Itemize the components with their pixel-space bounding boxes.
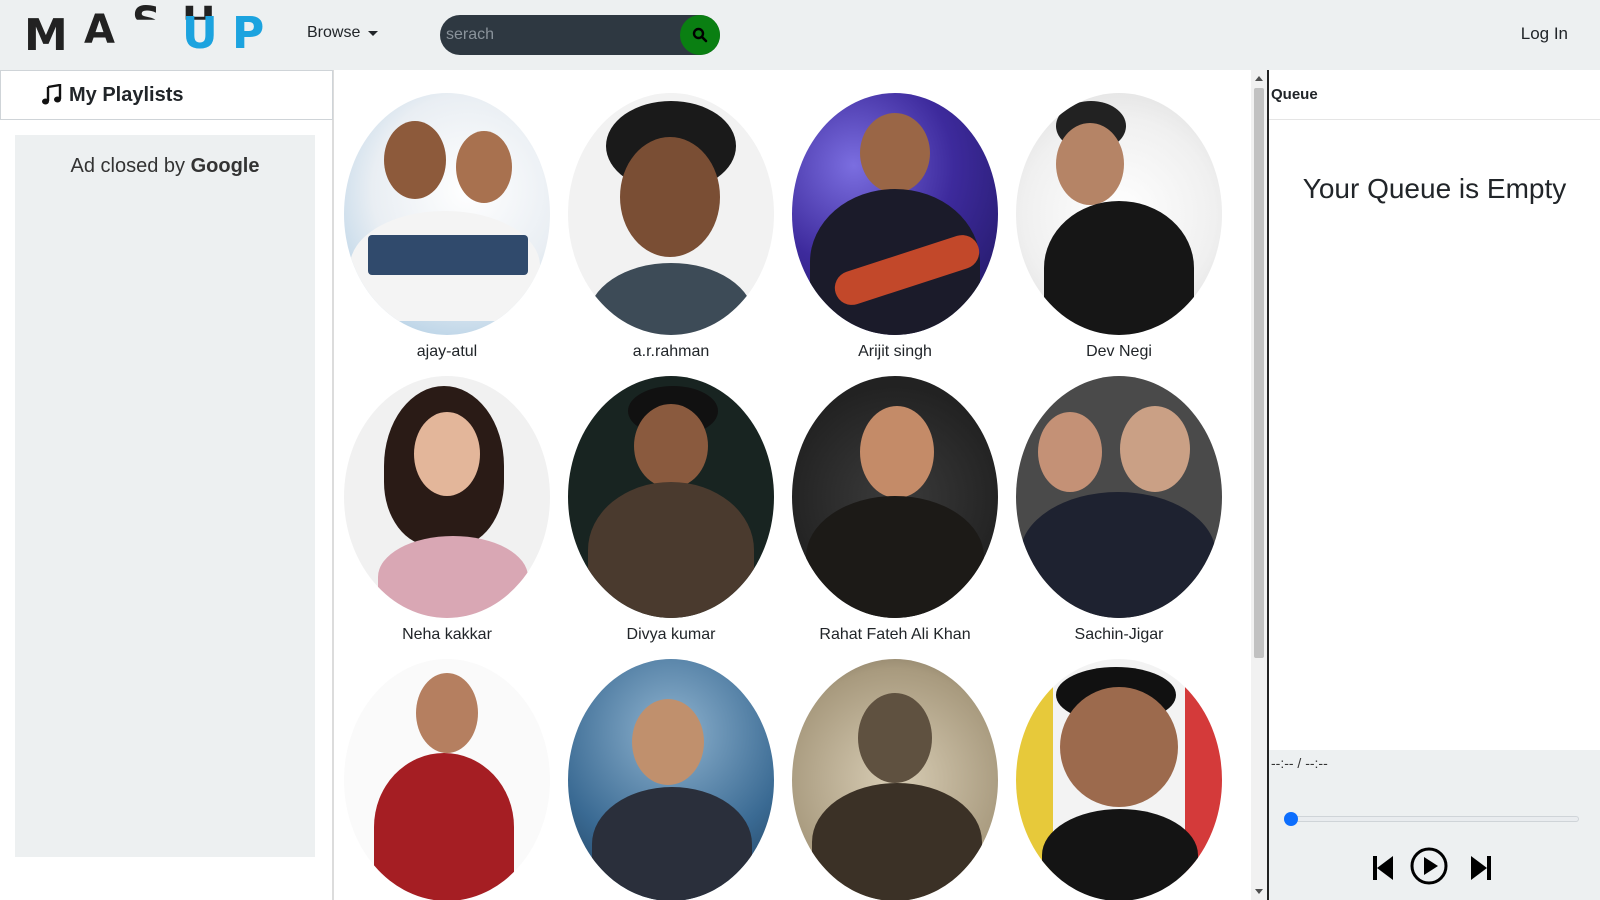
scroll-thumb[interactable] <box>1254 88 1264 658</box>
logo-letter-m: M <box>24 10 68 61</box>
artist-avatar <box>1016 659 1222 900</box>
previous-icon <box>1373 856 1393 880</box>
play-button[interactable] <box>1409 846 1449 891</box>
artist-card[interactable]: Dev Negi <box>1016 93 1222 361</box>
artist-card[interactable] <box>344 659 550 900</box>
queue-panel: Queue Your Queue is Empty --:-- / --:-- <box>1267 70 1600 900</box>
search-input[interactable] <box>446 23 666 47</box>
my-playlists-button[interactable]: My Playlists <box>0 70 333 120</box>
logo-letter-p: P <box>232 8 265 59</box>
artist-avatar <box>1016 376 1222 618</box>
artist-card[interactable]: Sachin-Jigar <box>1016 376 1222 644</box>
artist-card[interactable]: Neha kakkar <box>344 376 550 644</box>
artist-name: Sachin-Jigar <box>1074 626 1164 643</box>
artist-avatar <box>344 376 550 618</box>
artist-avatar <box>344 93 550 335</box>
music-note-icon <box>42 84 62 105</box>
mashup-logo[interactable]: M A S H U P <box>24 0 274 61</box>
artist-avatar <box>792 93 998 335</box>
queue-title: Queue <box>1269 70 1600 120</box>
play-icon <box>1410 847 1448 885</box>
artist-name: Arijit singh <box>858 343 932 360</box>
artist-name: Dev Negi <box>1086 343 1152 360</box>
seek-thumb[interactable] <box>1284 812 1298 826</box>
artist-card[interactable]: Divya kumar <box>568 376 774 644</box>
artist-name: Neha kakkar <box>402 626 492 643</box>
scroll-down-arrow-icon[interactable] <box>1255 889 1263 894</box>
artist-avatar <box>568 376 774 618</box>
search-button[interactable] <box>680 15 720 55</box>
scroll-up-arrow-icon[interactable] <box>1255 76 1263 81</box>
logo-letter-s: S <box>132 0 161 45</box>
artist-card[interactable] <box>792 659 998 900</box>
ad-closed-text: Ad closed by Google <box>15 155 315 178</box>
ad-brand: Google <box>190 155 260 177</box>
artist-name: Rahat Fateh Ali Khan <box>819 626 971 643</box>
navbar: M A S H U P Browse Log In <box>0 0 1600 70</box>
artist-card[interactable]: Rahat Fateh Ali Khan <box>792 376 998 644</box>
logo-letter-a: A <box>84 7 115 53</box>
artist-avatar <box>568 93 774 335</box>
previous-button[interactable] <box>1372 854 1396 887</box>
artist-name: a.r.rahman <box>632 343 710 360</box>
artist-avatar <box>1016 93 1222 335</box>
artist-card[interactable]: Arijit singh <box>792 93 998 361</box>
artist-avatar <box>568 659 774 900</box>
seek-slider[interactable] <box>1284 812 1579 826</box>
logo-letter-u: U <box>182 8 218 59</box>
artist-card[interactable] <box>568 659 774 900</box>
my-playlists-label: My Playlists <box>69 83 184 106</box>
artist-avatar <box>792 659 998 900</box>
artist-avatar <box>792 376 998 618</box>
caret-down-icon <box>368 30 379 36</box>
artist-card[interactable]: ajay-atul <box>344 93 550 361</box>
search-bar <box>440 15 720 55</box>
ad-closed-label: Ad closed by <box>70 155 186 177</box>
artist-grid: ajay-atul a.r.rahman Arijit singh Dev Ne… <box>336 70 1249 900</box>
queue-empty-message: Your Queue is Empty <box>1302 173 1567 204</box>
artist-avatar <box>344 659 550 900</box>
audio-player: --:-- / --:-- <box>1269 750 1600 900</box>
ad-placeholder: Ad closed by Google <box>15 135 315 857</box>
artist-name: Divya kumar <box>626 626 716 643</box>
left-sidebar: My Playlists Ad closed by Google <box>0 70 334 900</box>
next-button[interactable] <box>1468 854 1492 887</box>
artist-card[interactable]: a.r.rahman <box>568 93 774 361</box>
main-scrollbar[interactable] <box>1251 70 1267 900</box>
login-link[interactable]: Log In <box>1521 24 1568 44</box>
time-display: --:-- / --:-- <box>1271 755 1328 771</box>
artist-name: ajay-atul <box>416 343 478 360</box>
search-icon <box>692 27 708 43</box>
browse-label: Browse <box>307 24 361 41</box>
next-icon <box>1471 856 1491 880</box>
artist-card[interactable] <box>1016 659 1222 900</box>
browse-dropdown[interactable]: Browse <box>307 24 379 42</box>
